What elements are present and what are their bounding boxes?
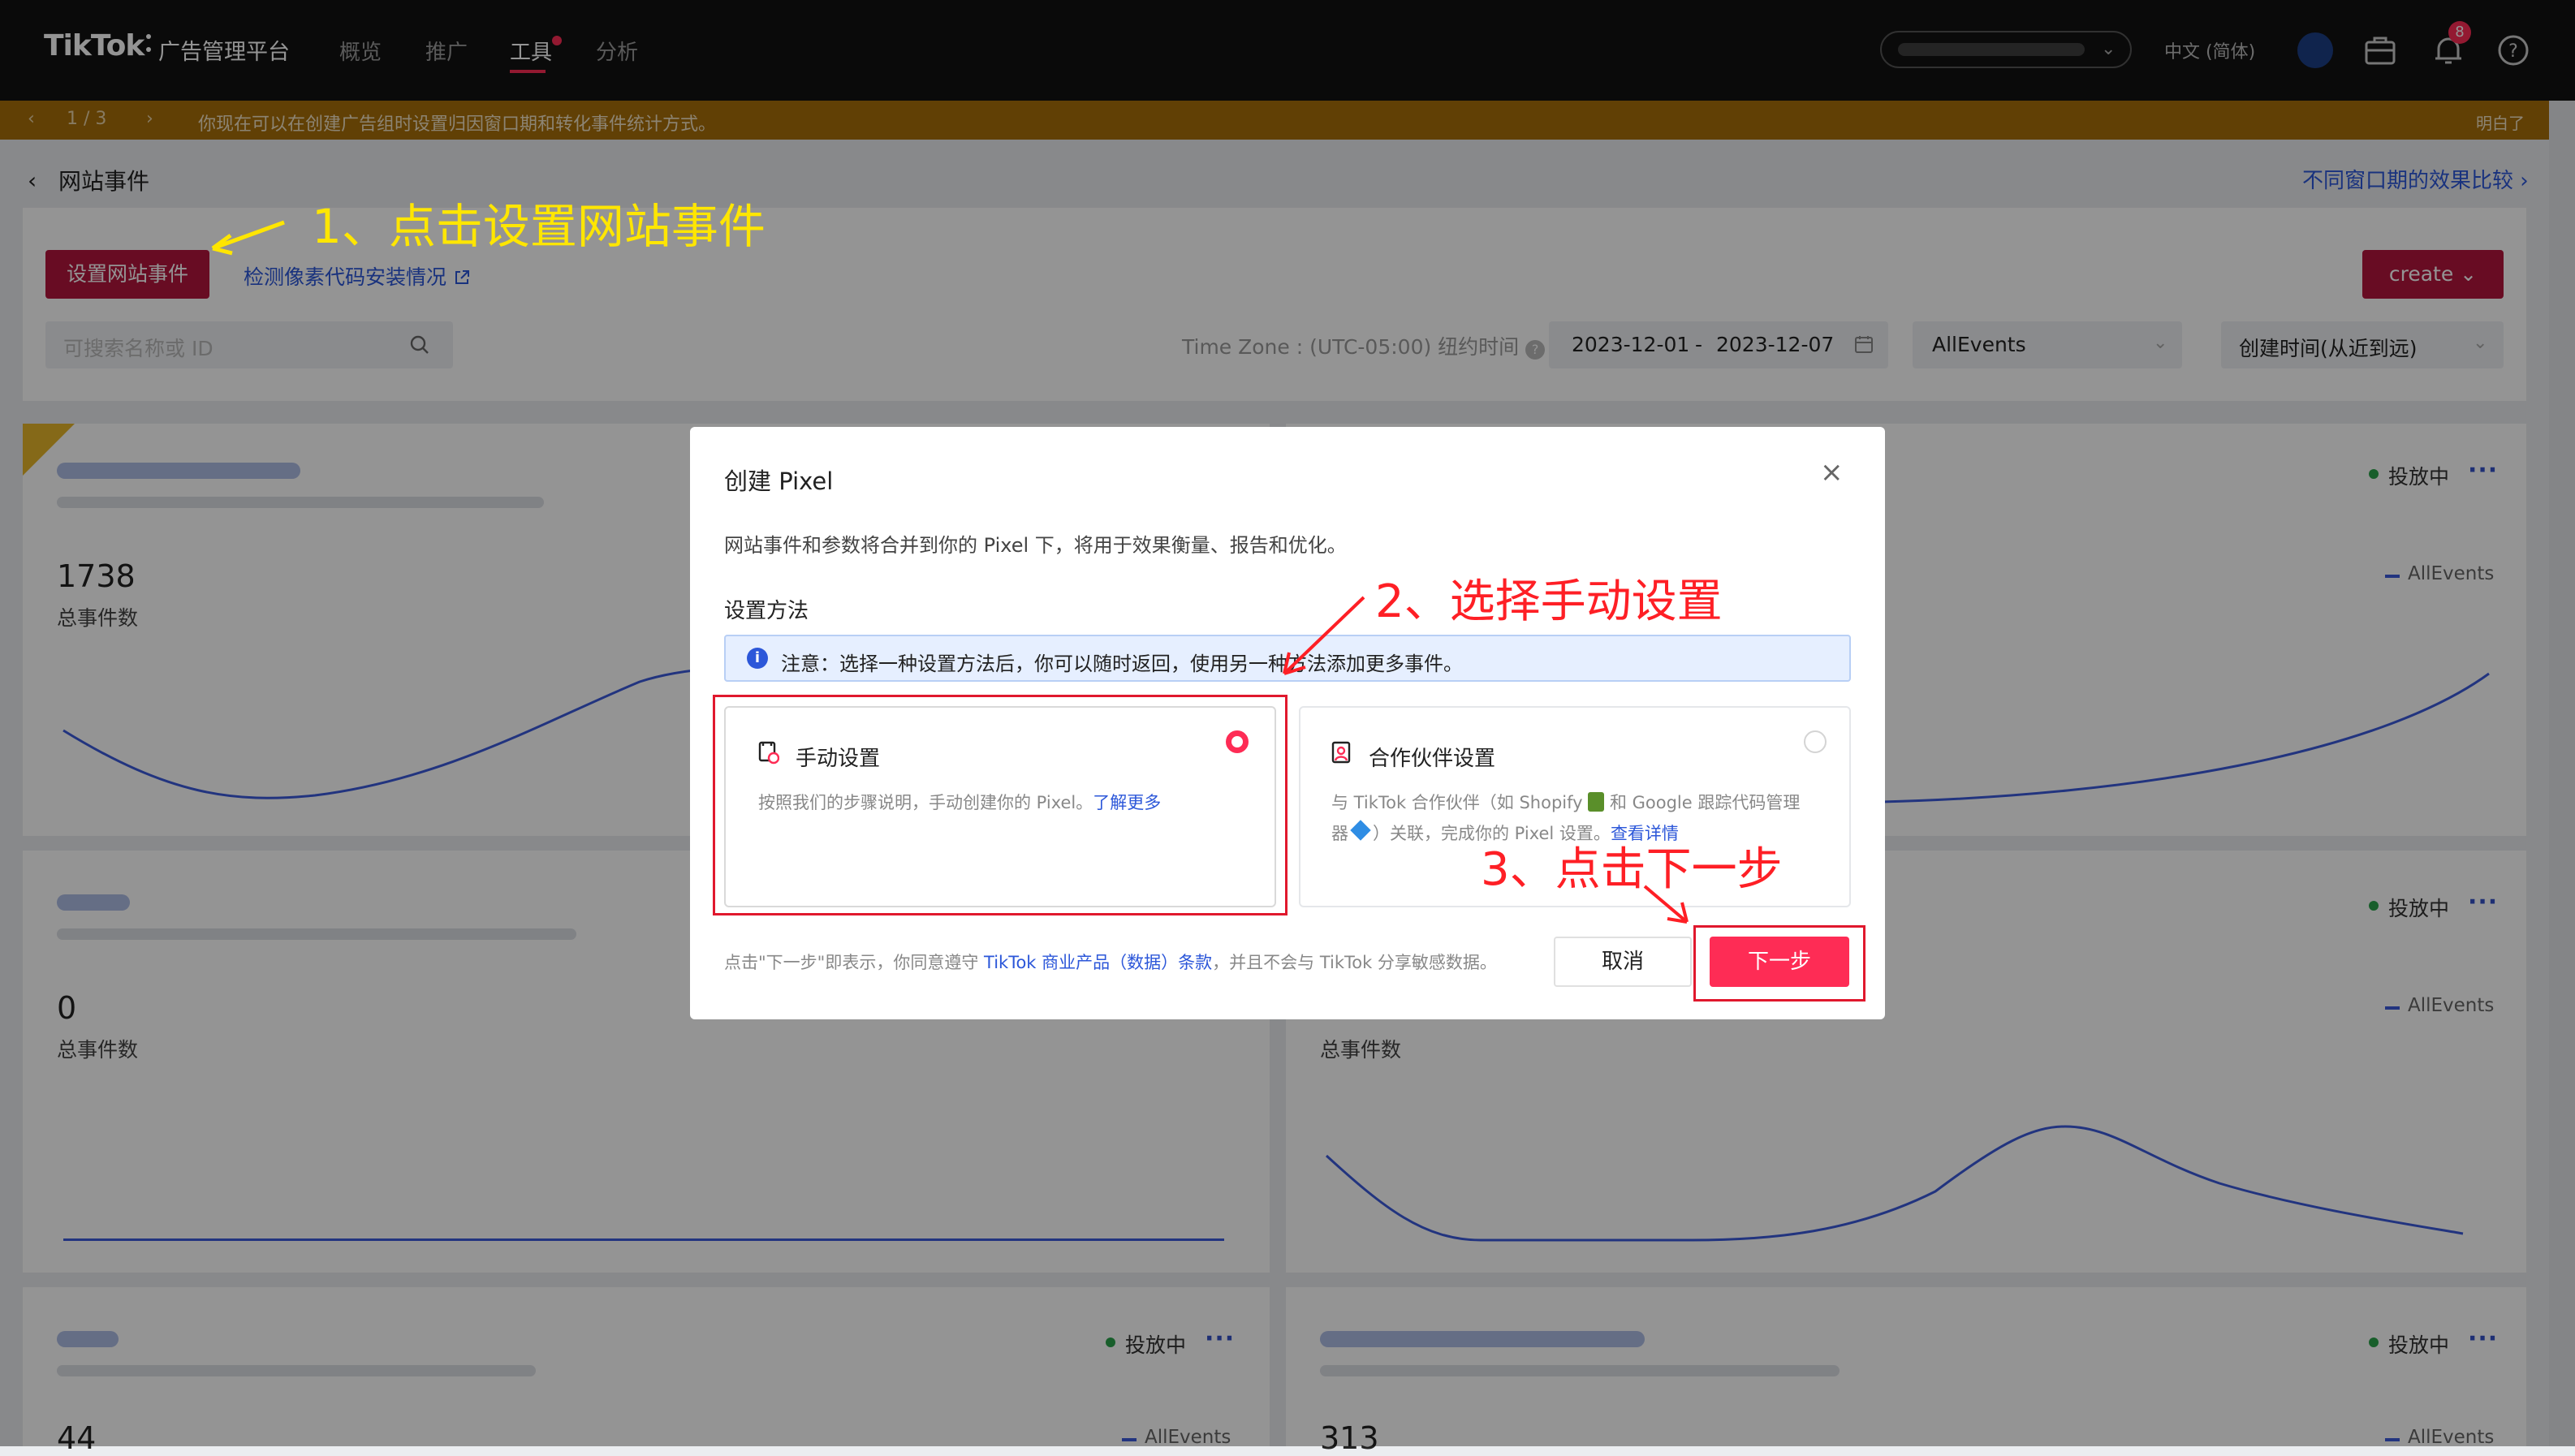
shopify-icon bbox=[1588, 792, 1605, 812]
partner-setup-icon bbox=[1331, 741, 1351, 764]
dialog-description: 网站事件和参数将合并到你的 Pixel 下，将用于效果衡量、报告和优化。 bbox=[724, 534, 1347, 557]
dialog-title: 创建 Pixel bbox=[724, 467, 834, 495]
partner-radio[interactable] bbox=[1804, 730, 1827, 753]
highlight-manual-option bbox=[713, 695, 1288, 915]
annotation-step1: 1、点击设置网站事件 bbox=[312, 199, 766, 254]
info-icon: i bbox=[747, 648, 768, 669]
arrow-icon bbox=[1283, 596, 1365, 675]
arrow-icon bbox=[211, 220, 285, 256]
partner-setup-title: 合作伙伴设置 bbox=[1369, 747, 1496, 771]
close-icon[interactable]: × bbox=[1820, 456, 1844, 489]
terms-text: 点击"下一步"即表示，你同意遵守 TikTok 商业产品（数据）条款，并且不会与… bbox=[724, 953, 1497, 972]
terms-link[interactable]: TikTok 商业产品（数据）条款 bbox=[984, 953, 1212, 972]
cancel-button[interactable]: 取消 bbox=[1554, 937, 1692, 987]
annotation-step3: 3、点击下一步 bbox=[1481, 843, 1783, 896]
arrow-icon bbox=[1643, 885, 1689, 924]
google-tag-manager-icon bbox=[1350, 820, 1371, 841]
setup-method-label: 设置方法 bbox=[724, 599, 809, 623]
annotation-step2: 2、选择手动设置 bbox=[1375, 575, 1723, 628]
highlight-next-button bbox=[1693, 925, 1865, 1002]
